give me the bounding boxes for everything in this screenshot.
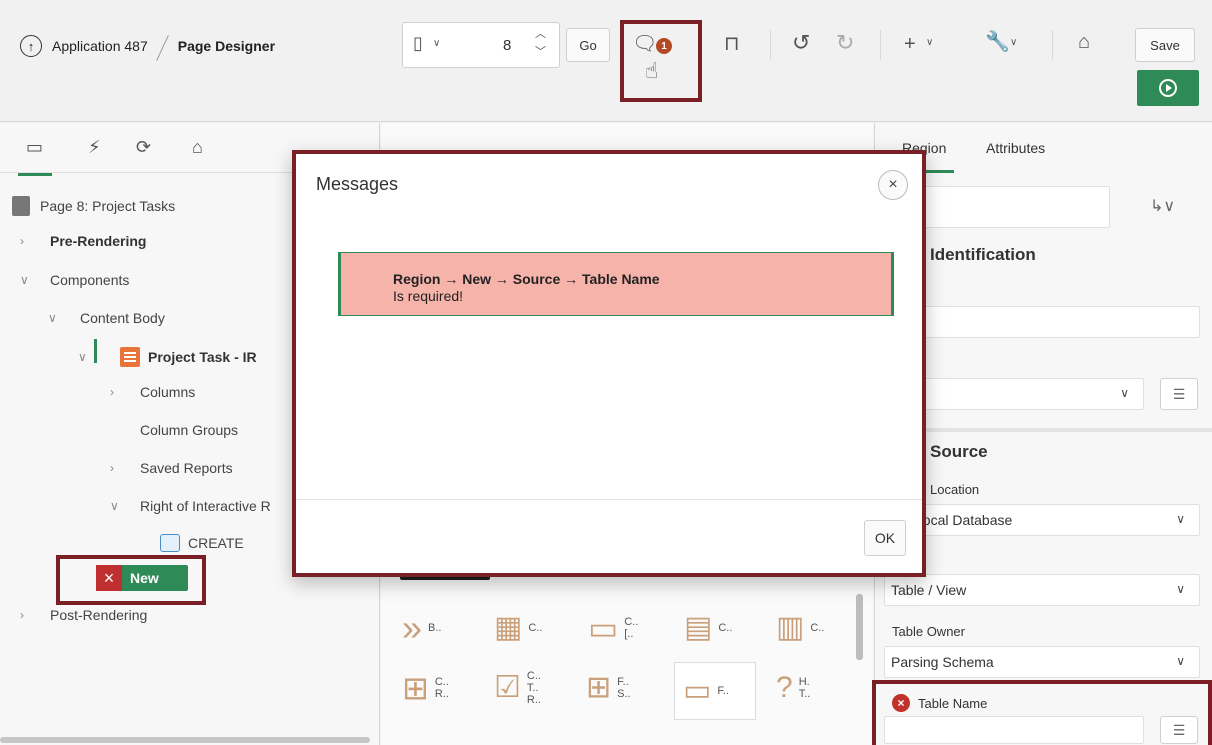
chevrons-icon: » bbox=[402, 607, 423, 648]
save-button[interactable]: Save bbox=[1135, 28, 1195, 62]
chevron-down-icon: ∨ bbox=[20, 273, 29, 287]
gallery-item[interactable]: ? H. T.. bbox=[776, 670, 813, 706]
page-icon bbox=[12, 196, 30, 216]
tree-item-saved-reports[interactable]: › Saved Reports bbox=[110, 460, 233, 476]
breadcrumb-separator bbox=[156, 34, 170, 58]
chevron-right-icon: › bbox=[110, 385, 114, 399]
messages-highlight bbox=[620, 20, 702, 102]
dialog-title: Messages bbox=[316, 174, 399, 194]
tree-item-post-rendering[interactable]: › Post-Rendering bbox=[20, 607, 147, 623]
page-number-input[interactable]: 8 bbox=[503, 37, 511, 54]
horizontal-scrollbar[interactable] bbox=[0, 737, 370, 743]
undo-icon[interactable]: ↺ bbox=[792, 32, 810, 54]
gallery-item[interactable]: ▥ C.. bbox=[776, 610, 824, 646]
tree-item-region[interactable]: ∨ Project Task - IR bbox=[78, 347, 257, 367]
dialog-footer: OK bbox=[296, 499, 922, 573]
chevron-down-icon: ∨ bbox=[926, 37, 934, 48]
gallery-item[interactable]: ▤ C.. bbox=[684, 610, 732, 646]
page-designer-toolbar: ↑ Application 487 Page Designer ▯ ∨ 8 ︿ … bbox=[0, 0, 1212, 122]
create-plus-icon[interactable]: + bbox=[904, 34, 916, 54]
ok-button[interactable]: OK bbox=[864, 520, 906, 556]
unlock-icon[interactable]: ⊓ bbox=[724, 34, 740, 54]
checklist-icon: ☑ bbox=[494, 671, 521, 704]
decrement-icon[interactable]: ﹀ bbox=[535, 47, 546, 58]
chevron-right-icon: › bbox=[110, 461, 114, 475]
page-selector[interactable]: ▯ ∨ 8 ︿ ﹀ bbox=[402, 22, 560, 68]
go-button[interactable]: Go bbox=[566, 28, 610, 62]
wrench-icon[interactable]: 🔧 bbox=[985, 32, 1010, 52]
table-owner-select[interactable]: Parsing Schema ∨ bbox=[884, 646, 1200, 678]
toolbar-divider bbox=[1052, 30, 1053, 60]
page-designer-title: Page Designer bbox=[177, 38, 276, 54]
list-of-values-button[interactable]: ☰ bbox=[1160, 378, 1198, 410]
form-icon: ▤ bbox=[684, 611, 713, 644]
rendering-tab-icon[interactable]: ▭ bbox=[17, 137, 53, 176]
messages-dialog: Messages × Region → New → Source → Table… bbox=[292, 150, 926, 577]
tree-item-components[interactable]: ∨ Components bbox=[20, 272, 129, 288]
go-to-group-icon[interactable]: ↳∨ bbox=[1150, 196, 1175, 216]
table-owner-label: Table Owner bbox=[892, 624, 965, 639]
chevron-down-icon: ∨ bbox=[110, 499, 119, 513]
error-message[interactable]: Region → New → Source → Table Name Is re… bbox=[338, 252, 894, 316]
gallery-item[interactable]: ☑ C.. T.. R.. bbox=[494, 670, 543, 706]
window-icon: ▭ bbox=[588, 610, 619, 646]
run-page-button[interactable] bbox=[1137, 70, 1199, 106]
gallery-item-selected[interactable]: ▭ F.. bbox=[674, 662, 756, 720]
toolbar-divider bbox=[770, 30, 771, 60]
tab-attributes[interactable]: Attributes bbox=[986, 140, 1045, 156]
tree-item-columns[interactable]: › Columns bbox=[110, 384, 195, 400]
increment-icon[interactable]: ︿ bbox=[535, 29, 546, 40]
title-field[interactable] bbox=[884, 306, 1200, 338]
faceted-search-icon: ⊞ bbox=[586, 671, 612, 704]
source-heading: Source bbox=[930, 442, 988, 461]
processing-tab-icon[interactable]: ⟳ bbox=[136, 137, 151, 158]
tree-item-page[interactable]: Page 8: Project Tasks bbox=[12, 196, 175, 216]
form-dropdown-icon: ▭ bbox=[683, 674, 712, 707]
table-name-highlight bbox=[872, 680, 1212, 745]
chevron-right-icon: › bbox=[20, 234, 24, 248]
page-icon: ▯ bbox=[413, 33, 423, 53]
chevron-down-icon: ∨ bbox=[48, 311, 57, 325]
tree-item-pre-rendering[interactable]: › Pre-Rendering bbox=[20, 233, 146, 249]
toolbar-divider bbox=[880, 30, 881, 60]
button-icon bbox=[160, 534, 180, 552]
up-arrow-icon[interactable]: ↑ bbox=[20, 35, 42, 57]
chevron-down-icon: ∨ bbox=[433, 38, 441, 49]
tree-item-column-groups[interactable]: Column Groups bbox=[140, 422, 238, 438]
gallery-item[interactable]: ⊞ F.. S.. bbox=[586, 670, 633, 706]
calendar-icon: ▦ bbox=[494, 611, 523, 644]
shared-components-icon[interactable]: ⌂ bbox=[1078, 32, 1090, 52]
app-name-link[interactable]: Application 487 bbox=[52, 38, 148, 54]
gallery-item[interactable]: ▭ C.. [.. bbox=[588, 610, 644, 646]
location-label: Location bbox=[930, 482, 980, 497]
error-message-body: Is required! bbox=[393, 288, 464, 304]
location-select[interactable]: Local Database ∨ bbox=[884, 504, 1200, 536]
identification-heading: Identification bbox=[930, 245, 1036, 264]
vertical-scrollbar[interactable] bbox=[856, 594, 863, 660]
bar-chart-icon: ▥ bbox=[776, 611, 805, 644]
gallery-item[interactable]: ▦ C.. bbox=[494, 610, 542, 646]
play-icon bbox=[1159, 79, 1177, 97]
dynamic-actions-tab-icon[interactable]: ⚡ bbox=[88, 137, 101, 158]
chevron-right-icon: › bbox=[20, 608, 24, 622]
new-region-highlight bbox=[56, 555, 206, 605]
gallery-item[interactable]: ⊞ C.. R.. bbox=[402, 670, 451, 706]
tree-item-right-of-ir[interactable]: ∨ Right of Interactive R bbox=[110, 498, 271, 514]
type-source-select[interactable]: Table / View ∨ bbox=[884, 574, 1200, 606]
interactive-report-icon bbox=[120, 347, 140, 367]
chevron-down-icon: ∨ bbox=[1010, 37, 1018, 48]
chevron-down-icon: ∨ bbox=[78, 350, 87, 364]
redo-icon[interactable]: ↻ bbox=[836, 32, 854, 54]
gallery-item[interactable]: » B.. bbox=[402, 610, 441, 646]
breadcrumb: ↑ Application 487 Page Designer bbox=[20, 34, 275, 58]
error-message-title: Region → New → Source → Table Name bbox=[393, 271, 660, 287]
tree-item-create-button[interactable]: CREATE bbox=[160, 534, 244, 552]
close-icon[interactable]: × bbox=[878, 170, 908, 200]
tree-item-content-body[interactable]: ∨ Content Body bbox=[48, 310, 165, 326]
grid-icon: ⊞ bbox=[402, 670, 429, 706]
shared-components-tab-icon[interactable]: ⌂ bbox=[192, 137, 203, 158]
help-icon: ? bbox=[776, 671, 793, 704]
